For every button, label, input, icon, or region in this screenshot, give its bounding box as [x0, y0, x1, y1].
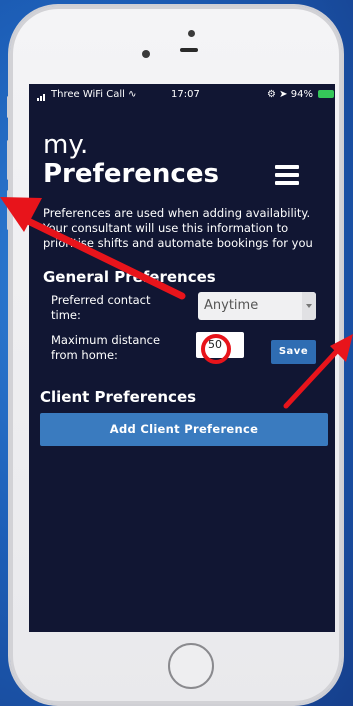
save-button[interactable]: Save	[271, 340, 316, 364]
app-screen: Three WiFi Call ∿ 17:07 ⚙ ➤ 94% my. Pref…	[29, 84, 335, 632]
client-preferences-title: Client Preferences	[40, 388, 197, 406]
phone-home-button[interactable]	[168, 643, 214, 689]
contact-time-value: Anytime	[204, 298, 259, 313]
general-preferences-title: General Preferences	[43, 268, 216, 286]
status-time: 17:07	[171, 89, 200, 100]
page-title: Preferences	[43, 159, 219, 189]
phone-volume-down-button	[7, 190, 10, 230]
chevron-down-icon	[302, 292, 316, 320]
page-title-prefix: my.	[43, 130, 89, 160]
battery-icon	[318, 90, 335, 98]
intro-text: Preferences are used when adding availab…	[43, 206, 313, 250]
signal-icon	[37, 90, 49, 101]
contact-time-label: Preferred contact time:	[51, 293, 151, 322]
phone-volume-up-button	[7, 140, 10, 180]
contact-time-select[interactable]: Anytime	[198, 292, 316, 320]
battery-percent: 94%	[290, 89, 313, 100]
wifi-icon: ∿	[128, 89, 137, 100]
status-carrier: Three WiFi Call ∿	[37, 89, 137, 101]
lock-rotation-icon: ⚙	[267, 89, 276, 100]
status-right: ⚙ ➤ 94%	[267, 89, 335, 100]
add-client-preference-button[interactable]: Add Client Preference	[40, 413, 328, 446]
phone-camera	[142, 50, 150, 58]
status-bar: Three WiFi Call ∿ 17:07 ⚙ ➤ 94%	[29, 84, 335, 106]
phone-sensor-dot	[188, 30, 195, 37]
location-icon: ➤	[279, 89, 288, 100]
max-distance-label: Maximum distance from home:	[51, 333, 161, 362]
annotation-circle	[201, 334, 231, 364]
carrier-text: Three WiFi Call	[51, 89, 125, 100]
hamburger-icon[interactable]	[275, 165, 299, 185]
phone-earpiece	[180, 48, 198, 52]
phone-side-button	[7, 96, 10, 118]
